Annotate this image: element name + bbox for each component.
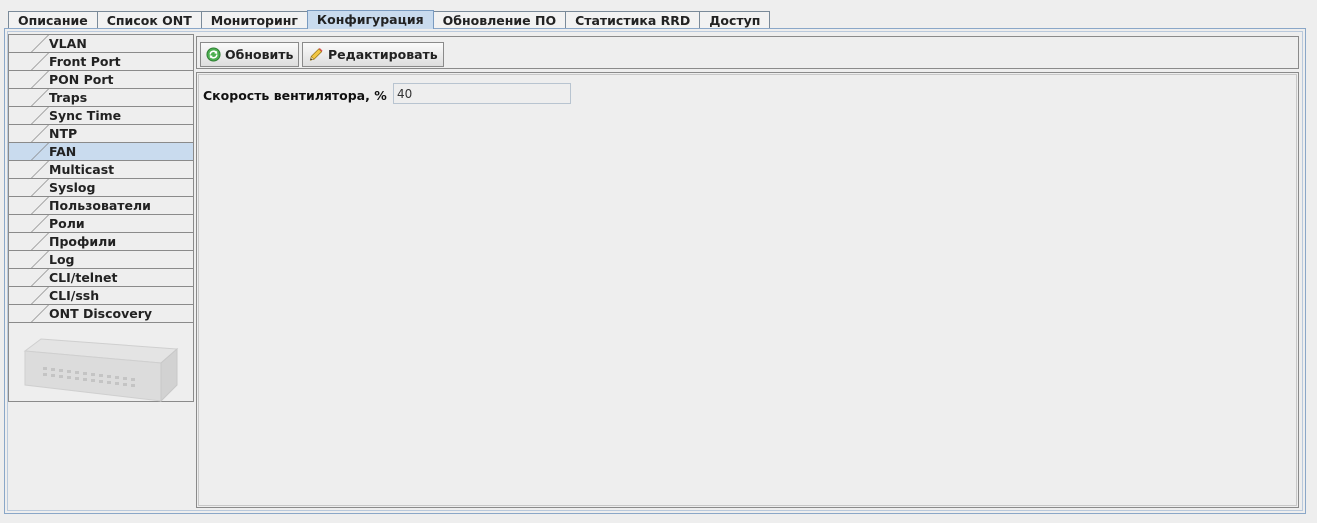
tab-ont-list[interactable]: Список ONT [96, 11, 202, 29]
sidebar-item-roles[interactable]: Роли [9, 215, 193, 233]
config-sidebar: VLAN Front Port PON Port Traps Sync Time… [8, 34, 194, 403]
tab-configuration[interactable]: Конфигурация [306, 10, 434, 29]
sidebar-item-profiles[interactable]: Профили [9, 233, 193, 251]
sidebar-item-ntp[interactable]: NTP [9, 125, 193, 143]
tab-description[interactable]: Описание [8, 11, 98, 29]
fan-speed-label: Скорость вентилятора, % [203, 88, 387, 103]
refresh-button-label: Обновить [225, 47, 294, 62]
sidebar-item-front-port[interactable]: Front Port [9, 53, 193, 71]
sidebar-item-cli-ssh[interactable]: CLI/ssh [9, 287, 193, 305]
edit-button[interactable]: Редактировать [302, 42, 444, 67]
sidebar-item-cli-telnet[interactable]: CLI/telnet [9, 269, 193, 287]
sidebar-item-ont-discovery[interactable]: ONT Discovery [9, 305, 193, 323]
main-tab-bar: Описание Список ONT Мониторинг Конфигура… [8, 10, 771, 29]
tab-access[interactable]: Доступ [699, 11, 771, 29]
sidebar-item-log[interactable]: Log [9, 251, 193, 269]
sidebar-item-fan[interactable]: FAN [9, 143, 193, 161]
app-window: Описание Список ONT Мониторинг Конфигура… [0, 0, 1317, 523]
fan-settings-panel: Скорость вентилятора, % [196, 72, 1299, 508]
sidebar-item-syslog[interactable]: Syslog [9, 179, 193, 197]
olt-device-image [23, 338, 179, 403]
tab-rrd-statistics[interactable]: Статистика RRD [565, 11, 701, 29]
tab-firmware-update[interactable]: Обновление ПО [432, 11, 567, 29]
sidebar-item-vlan[interactable]: VLAN [9, 35, 193, 53]
refresh-icon [206, 47, 221, 62]
fan-speed-field[interactable] [393, 83, 571, 104]
pencil-icon [309, 47, 323, 61]
sidebar-item-users[interactable]: Пользователи [9, 197, 193, 215]
sidebar-item-pon-port[interactable]: PON Port [9, 71, 193, 89]
edit-button-label: Редактировать [328, 47, 438, 62]
refresh-button[interactable]: Обновить [200, 42, 300, 67]
sidebar-item-multicast[interactable]: Multicast [9, 161, 193, 179]
toolbar: Обновить Редактировать [196, 36, 1299, 69]
sidebar-item-traps[interactable]: Traps [9, 89, 193, 107]
sidebar-item-sync-time[interactable]: Sync Time [9, 107, 193, 125]
fan-settings-panel-inner: Скорость вентилятора, % [198, 74, 1297, 506]
tab-monitoring[interactable]: Мониторинг [200, 11, 308, 29]
